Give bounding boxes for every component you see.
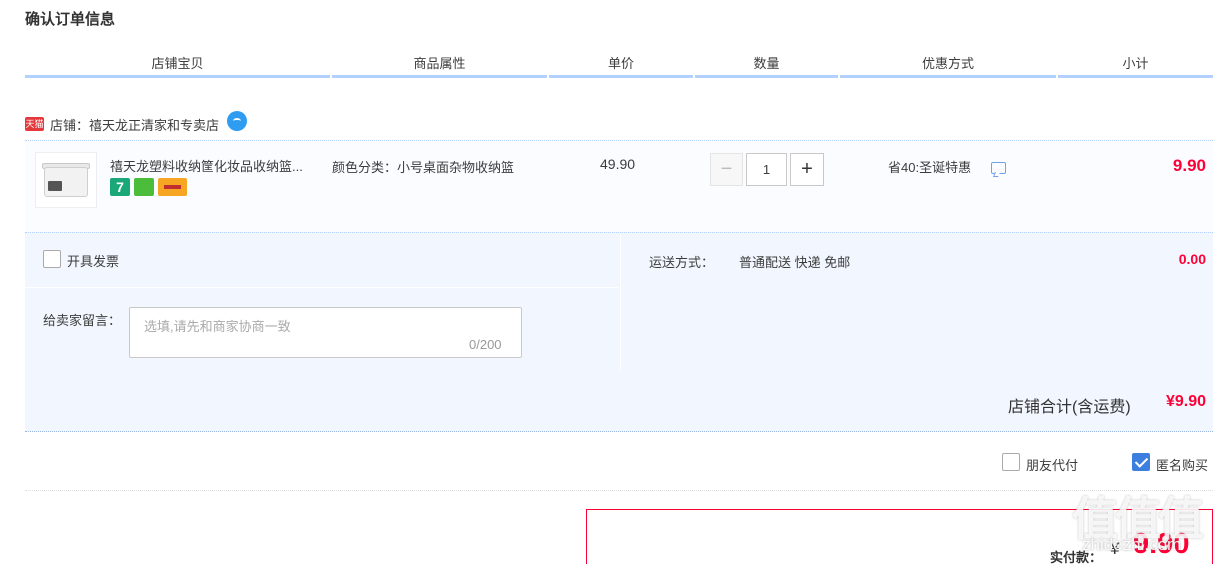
invoice-label[interactable]: 开具发票 [67, 251, 119, 270]
tmall-badge-icon: 天猫 [25, 117, 44, 131]
seller-message-placeholder: 选填,请先和商家协商一致 [144, 319, 291, 334]
promotion-comment-icon[interactable] [991, 162, 1006, 174]
seven-day-return-icon[interactable]: 7 [110, 178, 130, 196]
item-subtotal: 9.90 [1172, 156, 1206, 175]
section-divider [25, 490, 1213, 491]
column-header-subtotal: 小计 [1058, 54, 1213, 78]
friend-pay-label[interactable]: 朋友代付 [1026, 455, 1078, 474]
shipping-method-value: 普通配送 快递 免邮 [739, 255, 851, 270]
shipping-fee: 0.00 [1178, 251, 1206, 267]
column-header-discount: 优惠方式 [840, 54, 1056, 78]
product-title-link[interactable]: 禧天龙塑料收纳筐化妆品收纳篮... [110, 156, 303, 175]
column-header-shop-item: 店铺宝贝 [25, 54, 330, 78]
service-icons: 7 [110, 178, 187, 196]
friend-pay-checkbox[interactable] [1002, 453, 1020, 471]
anonymous-purchase-label[interactable]: 匿名购买 [1156, 455, 1208, 474]
column-header-unit-price: 单价 [549, 54, 693, 78]
column-header-attributes: 商品属性 [332, 54, 547, 78]
unit-price: 49.90 [600, 156, 636, 172]
shipping-method-label: 运送方式： [649, 255, 715, 270]
credit-card-icon[interactable] [158, 178, 187, 196]
shop-name-link[interactable]: 店铺：禧天龙正清家和专卖店 [50, 115, 219, 134]
product-thumbnail[interactable] [35, 152, 97, 208]
quantity-decrease-button[interactable]: − [710, 153, 743, 186]
wangwang-chat-icon[interactable] [227, 111, 248, 131]
shop-total-value: ¥9.90 [1165, 393, 1206, 410]
column-header-quantity: 数量 [695, 54, 838, 78]
quantity-input[interactable] [746, 153, 787, 186]
guarantee-icon[interactable] [134, 178, 154, 196]
order-item-row [25, 140, 1213, 232]
promotion-text: 省40:圣诞特惠 [888, 160, 972, 175]
shop-line: 天猫 店铺：禧天龙正清家和专卖店 [25, 111, 248, 134]
product-attribute: 颜色分类：小号桌面杂物收纳篮 [332, 160, 515, 175]
page-title: 确认订单信息 [25, 11, 116, 28]
shop-total-label: 店铺合计(含运费) [1008, 399, 1131, 416]
watermark-domain: zhidezhi.com [1082, 535, 1182, 554]
quantity-increase-button[interactable]: + [790, 153, 824, 186]
seller-message-label: 给卖家留言： [43, 313, 122, 328]
anonymous-purchase-checkbox[interactable] [1132, 453, 1150, 471]
seller-message-counter: 0/200 [469, 337, 502, 352]
invoice-checkbox[interactable] [43, 250, 61, 268]
